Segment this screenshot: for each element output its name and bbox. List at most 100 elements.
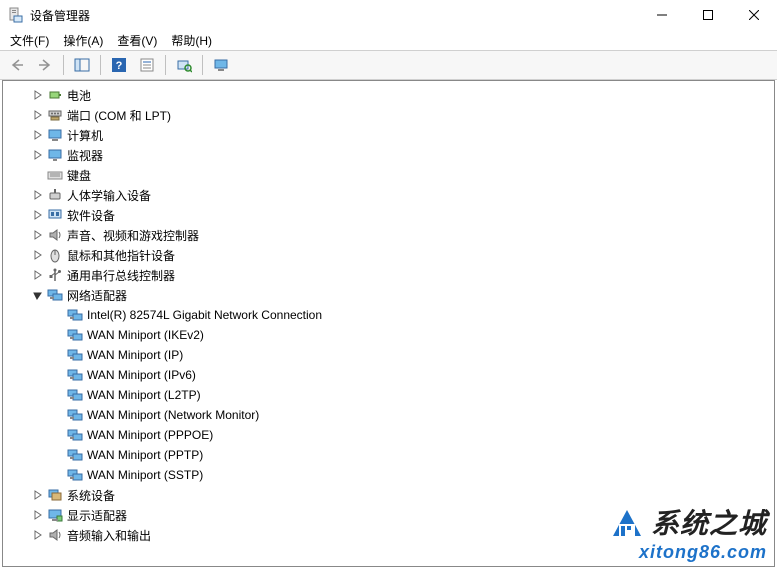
tree-node[interactable]: 电池	[3, 85, 774, 105]
chevron-right-icon[interactable]	[31, 208, 45, 222]
tree-node-label: Intel(R) 82574L Gigabit Network Connecti…	[87, 308, 322, 322]
indent	[3, 475, 51, 476]
monitor-icon	[213, 57, 229, 73]
expander-none	[51, 408, 65, 422]
menu-view[interactable]: 查看(V)	[111, 31, 163, 50]
expander-none	[51, 388, 65, 402]
tree-node-label: 端口 (COM 和 LPT)	[67, 107, 171, 124]
computer-icon	[47, 127, 63, 143]
tree-node-label: WAN Miniport (IPv6)	[87, 368, 196, 382]
network-icon	[67, 327, 83, 343]
monitor-button[interactable]	[208, 53, 234, 77]
indent	[3, 135, 31, 136]
scan-hardware-button[interactable]	[171, 53, 197, 77]
panel-icon	[74, 57, 90, 73]
minimize-button[interactable]	[639, 0, 685, 30]
tree-node[interactable]: 计算机	[3, 125, 774, 145]
indent	[3, 435, 51, 436]
indent	[3, 515, 31, 516]
tree-node[interactable]: WAN Miniport (Network Monitor)	[3, 405, 774, 425]
mouse-icon	[47, 247, 63, 263]
tree-node[interactable]: 软件设备	[3, 205, 774, 225]
tree-node-label: 声音、视频和游戏控制器	[67, 227, 199, 244]
indent	[3, 195, 31, 196]
chevron-right-icon[interactable]	[31, 108, 45, 122]
tree-node[interactable]: WAN Miniport (SSTP)	[3, 465, 774, 485]
chevron-right-icon[interactable]	[31, 248, 45, 262]
chevron-right-icon[interactable]	[31, 508, 45, 522]
tree-node-label: 音频输入和输出	[67, 527, 151, 544]
chevron-right-icon[interactable]	[31, 228, 45, 242]
network-icon	[67, 407, 83, 423]
window-controls	[639, 0, 777, 30]
back-button[interactable]	[4, 53, 30, 77]
tree-node-label: 鼠标和其他指针设备	[67, 247, 175, 264]
chevron-right-icon[interactable]	[31, 188, 45, 202]
chevron-right-icon[interactable]	[31, 528, 45, 542]
port-icon	[47, 107, 63, 123]
tree-node[interactable]: 系统设备	[3, 485, 774, 505]
indent	[3, 235, 31, 236]
close-button[interactable]	[731, 0, 777, 30]
chevron-down-icon[interactable]	[31, 288, 45, 302]
tree-node[interactable]: 监视器	[3, 145, 774, 165]
indent	[3, 415, 51, 416]
properties-button[interactable]	[134, 53, 160, 77]
tree-node-label: WAN Miniport (L2TP)	[87, 388, 201, 402]
expander-none	[31, 168, 45, 182]
display-icon	[47, 507, 63, 523]
show-hide-tree-button[interactable]	[69, 53, 95, 77]
forward-button[interactable]	[32, 53, 58, 77]
tree-node[interactable]: WAN Miniport (IKEv2)	[3, 325, 774, 345]
tree-node[interactable]: 鼠标和其他指针设备	[3, 245, 774, 265]
tree-node-label: 电池	[67, 87, 91, 104]
chevron-right-icon[interactable]	[31, 88, 45, 102]
tree-node[interactable]: WAN Miniport (IP)	[3, 345, 774, 365]
expander-none	[51, 428, 65, 442]
tree-node[interactable]: 键盘	[3, 165, 774, 185]
indent	[3, 115, 31, 116]
tree-node[interactable]: WAN Miniport (IPv6)	[3, 365, 774, 385]
chevron-right-icon[interactable]	[31, 268, 45, 282]
title-bar: 设备管理器	[0, 0, 777, 30]
menu-file[interactable]: 文件(F)	[4, 31, 55, 50]
tree-node[interactable]: 通用串行总线控制器	[3, 265, 774, 285]
tree-node[interactable]: 网络适配器	[3, 285, 774, 305]
hid-icon	[47, 187, 63, 203]
tree-node[interactable]: WAN Miniport (L2TP)	[3, 385, 774, 405]
tree-node[interactable]: 显示适配器	[3, 505, 774, 525]
tree-node-label: 显示适配器	[67, 507, 127, 524]
tree-node-label: 软件设备	[67, 207, 115, 224]
tree-node-label: WAN Miniport (PPTP)	[87, 448, 203, 462]
help-button[interactable]: ?	[106, 53, 132, 77]
indent	[3, 255, 31, 256]
chevron-right-icon[interactable]	[31, 488, 45, 502]
maximize-button[interactable]	[685, 0, 731, 30]
menu-action[interactable]: 操作(A)	[57, 31, 109, 50]
expander-none	[51, 368, 65, 382]
device-tree[interactable]: 电池端口 (COM 和 LPT)计算机监视器键盘人体学输入设备软件设备声音、视频…	[2, 80, 775, 567]
scan-icon	[176, 57, 192, 73]
indent	[3, 395, 51, 396]
tree-node[interactable]: 音频输入和输出	[3, 525, 774, 545]
app-icon	[8, 7, 24, 23]
tree-node[interactable]: 人体学输入设备	[3, 185, 774, 205]
indent	[3, 95, 31, 96]
toolbar-separator	[63, 55, 64, 75]
tree-node-label: WAN Miniport (IKEv2)	[87, 328, 204, 342]
indent	[3, 375, 51, 376]
tree-node-label: 系统设备	[67, 487, 115, 504]
indent	[3, 535, 31, 536]
chevron-right-icon[interactable]	[31, 148, 45, 162]
tree-node-label: 网络适配器	[67, 287, 127, 304]
tree-node[interactable]: WAN Miniport (PPTP)	[3, 445, 774, 465]
tree-node[interactable]: 端口 (COM 和 LPT)	[3, 105, 774, 125]
tree-node[interactable]: Intel(R) 82574L Gigabit Network Connecti…	[3, 305, 774, 325]
indent	[3, 355, 51, 356]
tree-node[interactable]: 声音、视频和游戏控制器	[3, 225, 774, 245]
indent	[3, 335, 51, 336]
tree-node[interactable]: WAN Miniport (PPPOE)	[3, 425, 774, 445]
chevron-right-icon[interactable]	[31, 128, 45, 142]
indent	[3, 175, 31, 176]
menu-help[interactable]: 帮助(H)	[165, 31, 218, 50]
